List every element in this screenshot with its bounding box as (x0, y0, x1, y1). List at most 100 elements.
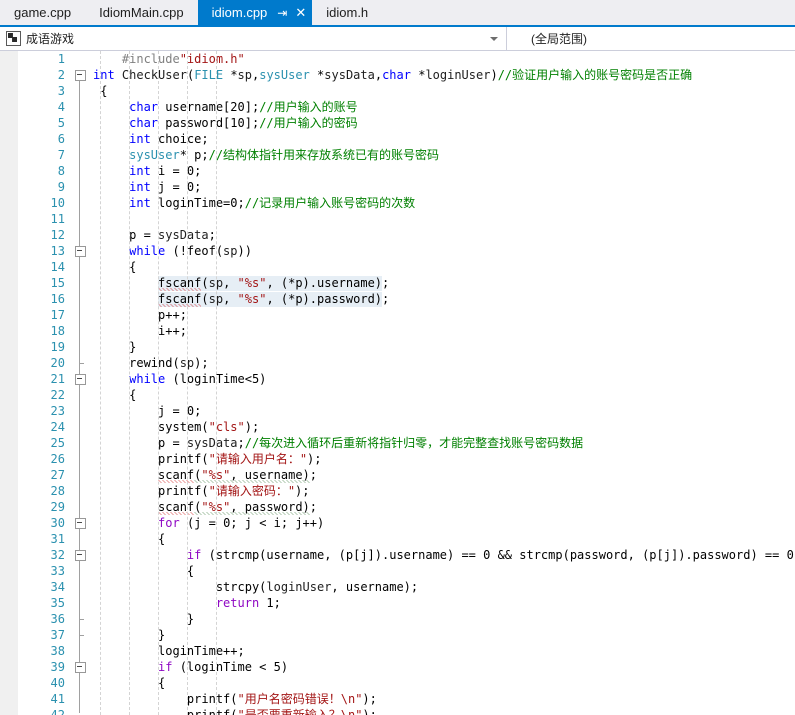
code-line[interactable]: if (loginTime < 5) (91, 659, 795, 675)
fold-marker (69, 451, 91, 467)
editor-tab-game-cpp[interactable]: game.cpp (0, 0, 86, 25)
code-line[interactable] (91, 211, 795, 227)
code-line[interactable]: system("cls"); (91, 419, 795, 435)
project-selector[interactable]: 成语游戏 (0, 27, 507, 50)
line-number: 16 (50, 292, 65, 306)
code-text-area[interactable]: #include"idiom.h" int CheckUser(FILE *sp,… (91, 51, 795, 715)
code-line[interactable]: return 1; (91, 595, 795, 611)
code-line[interactable]: p++; (91, 307, 795, 323)
editor-tab-IdiomMain-cpp[interactable]: IdiomMain.cpp (85, 0, 198, 25)
code-line[interactable]: int j = 0; (91, 179, 795, 195)
code-folding-margin[interactable] (69, 51, 91, 715)
line-number: 38 (50, 644, 65, 658)
code-line[interactable]: int CheckUser(FILE *sp,sysUser *sysData,… (91, 67, 795, 83)
cpp-project-icon (6, 31, 21, 46)
fold-end-tick (79, 363, 84, 364)
line-number: 7 (57, 148, 65, 162)
fold-collapse-box[interactable] (75, 550, 86, 561)
fold-marker (69, 163, 91, 179)
close-icon[interactable]: ✕ (295, 6, 306, 19)
code-line[interactable]: { (91, 675, 795, 691)
code-line[interactable]: char password[10];//用户输入的密码 (91, 115, 795, 131)
code-line[interactable]: while (loginTime<5) (91, 371, 795, 387)
code-line[interactable]: for (j = 0; j < i; j++) (91, 515, 795, 531)
code-line[interactable]: strcpy(loginUser, username); (91, 579, 795, 595)
code-line[interactable]: loginTime++; (91, 643, 795, 659)
code-line[interactable]: i++; (91, 323, 795, 339)
fold-marker (69, 691, 91, 707)
code-line[interactable]: } (91, 627, 795, 643)
line-number: 8 (57, 164, 65, 178)
code-line[interactable]: } (91, 611, 795, 627)
line-number: 24 (50, 420, 65, 434)
code-line[interactable]: } (91, 339, 795, 355)
code-line[interactable]: fscanf(sp, "%s", (*p).username); (91, 275, 795, 291)
fold-collapse-box[interactable] (75, 246, 86, 257)
code-line[interactable]: { (91, 259, 795, 275)
editor-tab-label: game.cpp (14, 5, 72, 20)
selection-margin[interactable] (0, 51, 19, 715)
code-line[interactable]: { (91, 83, 795, 99)
code-line[interactable]: int i = 0; (91, 163, 795, 179)
chevron-down-icon[interactable] (490, 36, 498, 41)
fold-marker (69, 483, 91, 499)
fold-marker (69, 675, 91, 691)
scope-selector[interactable]: (全局范围) (507, 27, 795, 50)
fold-collapse-box[interactable] (75, 374, 86, 385)
code-line[interactable]: { (91, 531, 795, 547)
fold-collapse-box[interactable] (75, 662, 86, 673)
code-line[interactable]: printf("用户名密码错误！\n"); (91, 691, 795, 707)
pin-icon[interactable]: ⇥ (277, 7, 287, 19)
editor-tab-bar: game.cpp IdiomMain.cpp idiom.cpp ⇥ ✕ idiom.h (0, 0, 795, 27)
line-number: 2 (57, 68, 65, 82)
line-number: 10 (50, 196, 65, 210)
code-line[interactable]: j = 0; (91, 403, 795, 419)
code-line[interactable]: int loginTime=0;//记录用户输入账号密码的次数 (91, 195, 795, 211)
fold-marker (69, 211, 91, 227)
line-number: 33 (50, 564, 65, 578)
line-number: 25 (50, 436, 65, 450)
code-line[interactable]: scanf("%s", password); (91, 499, 795, 515)
code-line[interactable]: fscanf(sp, "%s", (*p).password); (91, 291, 795, 307)
code-line[interactable]: { (91, 563, 795, 579)
fold-marker (69, 579, 91, 595)
fold-marker (69, 323, 91, 339)
line-number: 4 (57, 100, 65, 114)
code-line[interactable]: printf("请输入密码："); (91, 483, 795, 499)
code-line[interactable]: if (strcmp(username, (p[j]).username) ==… (91, 547, 795, 563)
editor-tab-label: idiom.cpp (211, 5, 268, 20)
line-number: 27 (50, 468, 65, 482)
fold-collapse-box[interactable] (75, 70, 86, 81)
code-line[interactable]: rewind(sp); (91, 355, 795, 371)
fold-marker (69, 83, 91, 99)
fold-end-tick (79, 619, 84, 620)
code-line[interactable]: { (91, 387, 795, 403)
fold-marker (69, 147, 91, 163)
editor-tab-idiom-h[interactable]: idiom.h (312, 0, 383, 25)
code-line[interactable]: int choice; (91, 131, 795, 147)
code-line[interactable]: printf("请输入用户名："); (91, 451, 795, 467)
line-number: 6 (57, 132, 65, 146)
code-line[interactable]: scanf("%s", username); (91, 467, 795, 483)
code-line[interactable]: char username[20];//用户输入的账号 (91, 99, 795, 115)
fold-marker (69, 259, 91, 275)
code-line[interactable]: p = sysData;//每次进入循环后重新将指针归零，才能完整查找账号密码数… (91, 435, 795, 451)
line-number: 14 (50, 260, 65, 274)
code-line[interactable]: #include"idiom.h" (91, 51, 795, 67)
code-line[interactable]: sysUser* p;//结构体指针用来存放系统已有的账号密码 (91, 147, 795, 163)
line-number: 34 (50, 580, 65, 594)
fold-collapse-box[interactable] (75, 518, 86, 529)
line-number: 39 (50, 660, 65, 674)
fold-marker (69, 643, 91, 659)
fold-marker (69, 179, 91, 195)
project-name-label: 成语游戏 (26, 32, 75, 46)
editor-tab-idiom-cpp[interactable]: idiom.cpp ⇥ ✕ (197, 0, 313, 25)
code-editor[interactable]: 1 2 3 4 5 6 7 8 9 10 11 12 13 14 15 16 17 18 19 20 21 22 23 24 2… (0, 51, 795, 715)
line-number: 13 (50, 244, 65, 258)
code-line[interactable]: p = sysData; (91, 227, 795, 243)
line-number: 18 (50, 324, 65, 338)
code-line[interactable]: while (!feof(sp)) (91, 243, 795, 259)
code-line[interactable]: printf("是否要重新输入？\n"); (91, 707, 795, 715)
line-number: 9 (57, 180, 65, 194)
line-number: 15 (50, 276, 65, 290)
